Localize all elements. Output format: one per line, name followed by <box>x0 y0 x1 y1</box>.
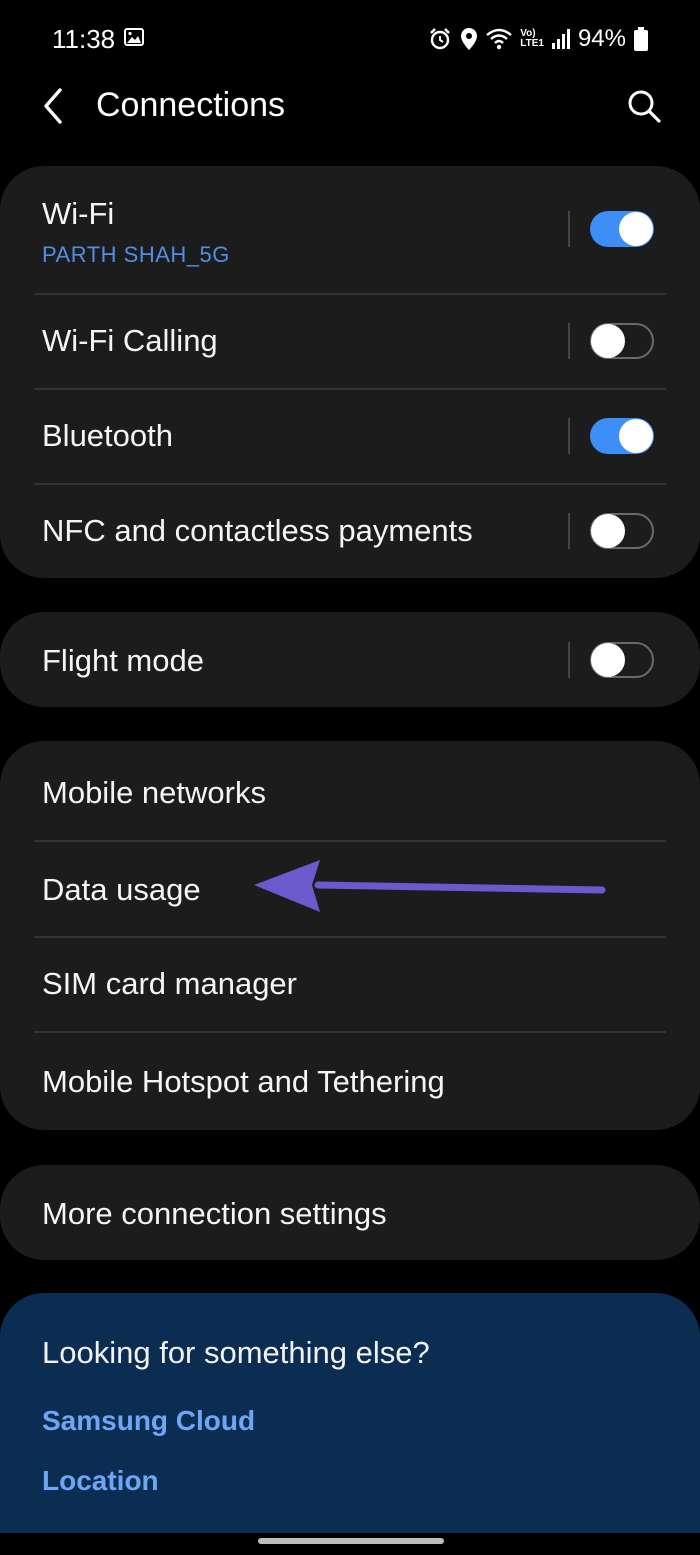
page-title: Connections <box>96 86 286 124</box>
suggestion-title: Looking for something else? <box>42 1335 430 1370</box>
connectivity-card: Wi-Fi PARTH SHAH_5G Wi-Fi Calling Blueto… <box>0 166 700 578</box>
bluetooth-divider <box>568 418 570 454</box>
status-bar: 11:38 Vo) LTE1 94% <box>0 0 700 80</box>
flight-mode-card: Flight mode <box>0 612 700 707</box>
hotspot-tethering-row[interactable]: Mobile Hotspot and Tethering <box>0 1033 700 1130</box>
signal-icon <box>551 29 570 49</box>
samsung-cloud-link[interactable]: Samsung Cloud <box>42 1405 255 1437</box>
suggestion-panel: Looking for something else? Samsung Clou… <box>0 1293 700 1533</box>
mobile-networks-label: Mobile networks <box>42 775 266 810</box>
nfc-row[interactable]: NFC and contactless payments <box>0 485 700 578</box>
back-icon[interactable] <box>36 84 72 128</box>
wifi-network-name: PARTH SHAH_5G <box>42 242 230 267</box>
nfc-divider <box>568 513 570 549</box>
hotspot-tethering-label: Mobile Hotspot and Tethering <box>42 1064 445 1099</box>
flight-mode-label: Flight mode <box>42 643 204 678</box>
flight-mode-toggle-knob <box>591 643 625 677</box>
flight-mode-divider <box>568 642 570 678</box>
wifi-toggle[interactable] <box>590 211 654 247</box>
home-indicator[interactable] <box>258 1538 444 1544</box>
volte-label-bottom: LTE1 <box>520 38 544 49</box>
wifi-calling-toggle[interactable] <box>590 323 654 359</box>
flight-mode-toggle[interactable] <box>590 642 654 678</box>
sim-card-manager-row[interactable]: SIM card manager <box>0 938 700 1031</box>
mobile-networks-row[interactable]: Mobile networks <box>0 741 700 840</box>
nfc-label: NFC and contactless payments <box>42 513 473 548</box>
data-usage-row[interactable]: Data usage <box>0 842 700 936</box>
battery-icon <box>634 27 648 51</box>
battery-percent: 94% <box>577 25 626 52</box>
wifi-toggle-knob <box>619 212 653 246</box>
app-header: Connections <box>0 80 700 136</box>
wifi-icon <box>486 28 513 50</box>
wifi-calling-row[interactable]: Wi-Fi Calling <box>0 295 700 389</box>
gallery-icon <box>124 28 144 46</box>
sim-card-manager-label: SIM card manager <box>42 966 297 1001</box>
nfc-toggle-knob <box>591 514 625 548</box>
bluetooth-label: Bluetooth <box>42 418 173 453</box>
more-settings-card: More connection settings <box>0 1165 700 1260</box>
alarm-icon <box>430 28 451 50</box>
wifi-calling-divider <box>568 323 570 359</box>
bluetooth-toggle-knob <box>619 419 653 453</box>
wifi-calling-toggle-knob <box>591 324 625 358</box>
wifi-label: Wi-Fi <box>42 196 115 231</box>
search-icon[interactable] <box>624 86 664 126</box>
flight-mode-row[interactable]: Flight mode <box>0 612 700 707</box>
network-settings-card: Mobile networks Data usage SIM card mana… <box>0 741 700 1130</box>
status-time: 11:38 <box>52 24 116 54</box>
location-link[interactable]: Location <box>42 1465 159 1497</box>
location-icon <box>461 28 478 50</box>
volte-indicator: Vo) LTE1 <box>520 29 544 49</box>
wifi-row[interactable]: Wi-Fi PARTH SHAH_5G <box>0 166 700 293</box>
data-usage-label: Data usage <box>42 872 201 907</box>
more-connection-settings-label: More connection settings <box>42 1196 387 1231</box>
wifi-divider <box>568 211 570 247</box>
bluetooth-toggle[interactable] <box>590 418 654 454</box>
bluetooth-row[interactable]: Bluetooth <box>0 390 700 484</box>
nfc-toggle[interactable] <box>590 513 654 549</box>
more-connection-settings-row[interactable]: More connection settings <box>0 1165 700 1260</box>
wifi-calling-label: Wi-Fi Calling <box>42 323 218 358</box>
